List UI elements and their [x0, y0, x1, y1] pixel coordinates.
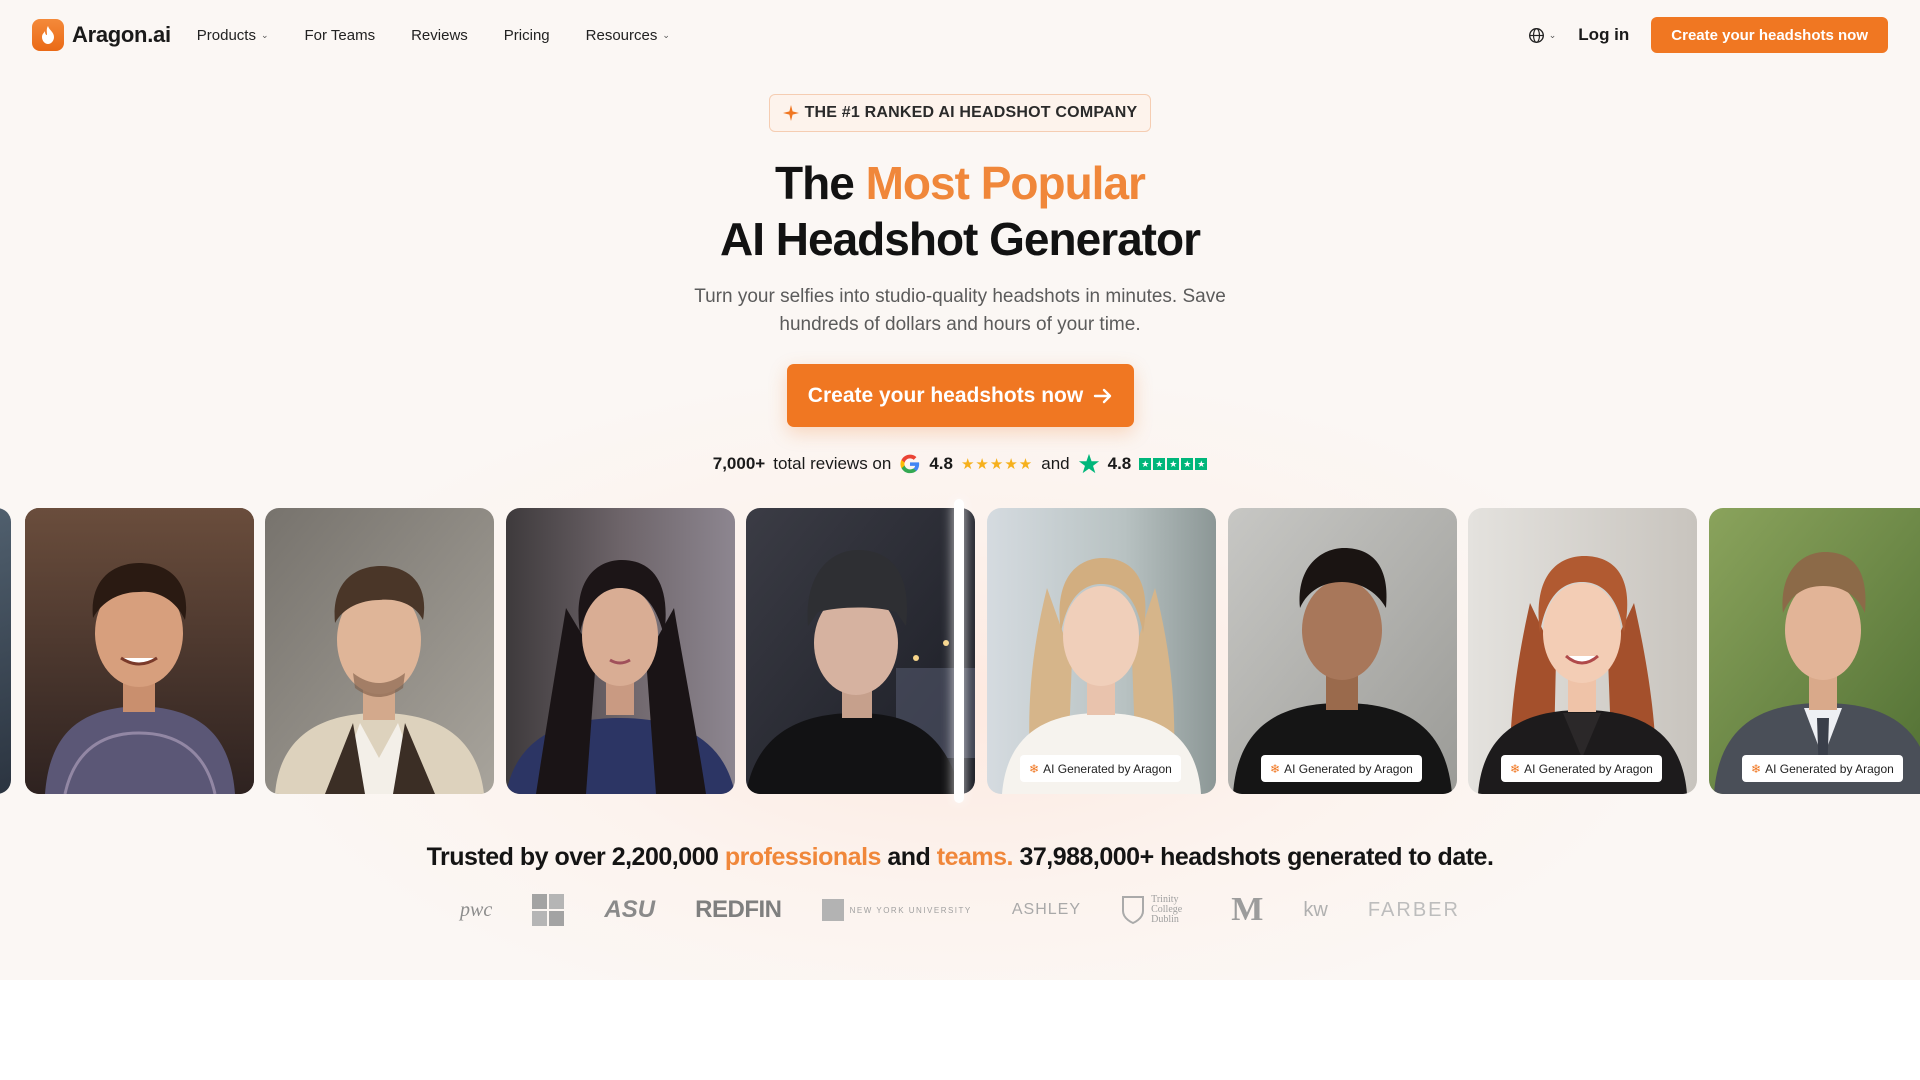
- pwc-logo: pwc: [460, 898, 493, 921]
- ai-headshot-card: ❄ AI Generated by Aragon: [987, 508, 1216, 794]
- selfie-photo-1: [25, 508, 254, 794]
- nav-pricing[interactable]: Pricing: [504, 27, 550, 44]
- hero-subtitle: Turn your selfies into studio-quality he…: [694, 286, 1226, 335]
- chevron-down-icon: ⌄: [662, 29, 670, 40]
- hero-cta-label: Create your headshots now: [807, 383, 1084, 407]
- trust-prefix: Trusted by over 2,200,000: [426, 843, 725, 871]
- hero-create-headshots-button[interactable]: Create your headshots now: [787, 364, 1134, 427]
- trust-suffix: 37,988,000+ headshots generated to date.: [1013, 843, 1494, 871]
- google-icon: [900, 454, 920, 474]
- trust-professionals: professionals: [724, 843, 882, 871]
- ai-tag-label: AI Generated by Aragon: [1284, 761, 1413, 776]
- nav-products[interactable]: Products ⌄: [197, 27, 269, 44]
- selfie-photo-2: [265, 508, 494, 794]
- trinity-college-dublin-logo: Trinity College Dublin: [1121, 895, 1191, 925]
- title-accent: Most Popular: [865, 157, 1146, 209]
- ai-headshot-photo-3: [1468, 508, 1697, 794]
- flame-icon: ❄: [1751, 761, 1762, 776]
- page-title: The Most Popular AI Headshot Generator: [0, 155, 1920, 267]
- logo-text: Aragon.ai: [72, 22, 171, 47]
- ai-headshot-card: ❄ AI Generated by Aragon: [1709, 508, 1920, 794]
- hero-background: [0, 0, 1920, 980]
- before-after-divider[interactable]: [954, 499, 964, 803]
- title-line2: AI Headshot Generator: [720, 213, 1201, 265]
- flame-icon: ❄: [1029, 761, 1040, 776]
- flame-icon: ❄: [1510, 761, 1521, 776]
- nyu-logo: NEW YORK UNIVERSITY: [821, 899, 972, 921]
- trust-statement: Trusted by over 2,200,000 professionals …: [0, 843, 1920, 872]
- nav-reviews[interactable]: Reviews: [411, 27, 468, 44]
- nav-create-headshots-button[interactable]: Create your headshots now: [1651, 17, 1888, 53]
- before-photo-card: [265, 508, 494, 794]
- before-photo-card: [25, 508, 254, 794]
- ai-headshot-photo-2: [1228, 508, 1457, 794]
- customer-logos: pwc ASU REDFIN NEW YORK UNIVERSITY ASHLE…: [460, 888, 1460, 932]
- title-part1: The: [775, 157, 866, 209]
- badge-text: THE #1 RANKED AI HEADSHOT COMPANY: [804, 104, 1138, 121]
- redfin-logo: REDFIN: [695, 896, 782, 923]
- ai-generated-tag: ❄ AI Generated by Aragon: [1261, 755, 1422, 782]
- google-rating: 4.8: [929, 454, 953, 473]
- ai-tag-label: AI Generated by Aragon: [1765, 761, 1894, 776]
- before-photo-card: [746, 508, 975, 794]
- logo[interactable]: Aragon.ai: [32, 19, 171, 51]
- review-count: 7,000+: [712, 454, 766, 473]
- flame-logo-icon: [32, 19, 64, 51]
- trustpilot-stars-icon: ★ ★ ★ ★ ★: [1139, 458, 1208, 470]
- login-link[interactable]: Log in: [1578, 25, 1629, 45]
- flame-icon: ❄: [1270, 761, 1281, 776]
- farber-logo: FARBER: [1367, 898, 1460, 921]
- ashley-logo: ASHLEY: [1011, 901, 1081, 918]
- trust-and: and: [880, 843, 937, 871]
- ai-generated-tag: ❄ AI Generated by Aragon: [1742, 755, 1903, 782]
- trinity-logo-text: Trinity College Dublin: [1151, 894, 1183, 925]
- nav-resources-label: Resources: [585, 26, 658, 44]
- ai-generated-tag: ❄ AI Generated by Aragon: [1501, 755, 1662, 782]
- before-photo-card: [506, 508, 735, 794]
- microsoft-logo-icon: [532, 894, 565, 926]
- google-stars-icon: ★★★★★: [960, 456, 1034, 473]
- nav-for-teams-label: For Teams: [304, 26, 376, 44]
- asu-logo-icon: ASU: [604, 896, 656, 923]
- torch-icon: [821, 899, 844, 921]
- trustpilot-rating: 4.8: [1107, 454, 1132, 473]
- nav-resources[interactable]: Resources ⌄: [586, 27, 670, 44]
- nav-reviews-label: Reviews: [411, 26, 468, 44]
- keller-williams-logo-icon: kw: [1303, 898, 1328, 921]
- nav-products-label: Products: [196, 26, 256, 44]
- before-photo-card: [0, 508, 11, 794]
- globe-icon: [1528, 27, 1544, 43]
- nav-pricing-label: Pricing: [503, 26, 550, 44]
- reviews-summary: 7,000+ total reviews on 4.8 ★★★★★ and 4.…: [0, 451, 1920, 477]
- ai-headshot-card: ❄ AI Generated by Aragon: [1228, 508, 1457, 794]
- nav-for-teams[interactable]: For Teams: [305, 27, 376, 44]
- trust-teams: teams.: [936, 843, 1014, 871]
- nyu-logo-text: NEW YORK UNIVERSITY: [849, 905, 972, 915]
- trustpilot-star-icon: [1078, 453, 1099, 474]
- ai-headshot-card: ❄ AI Generated by Aragon: [1468, 508, 1697, 794]
- review-text: total reviews on: [773, 454, 892, 473]
- reviews-and: and: [1041, 454, 1070, 473]
- ai-tag-label: AI Generated by Aragon: [1043, 761, 1172, 776]
- top-navigation: Aragon.ai Products ⌄ For Teams Reviews Pr…: [0, 0, 1920, 70]
- michigan-logo-icon: M: [1231, 891, 1264, 928]
- chevron-down-icon: ⌄: [260, 29, 269, 40]
- ai-headshot-photo-1: [987, 508, 1216, 794]
- arrow-right-icon: [1093, 388, 1112, 403]
- sparkle-icon: [782, 105, 799, 121]
- crest-icon: [1122, 896, 1145, 925]
- ai-generated-tag: ❄ AI Generated by Aragon: [1020, 755, 1181, 782]
- ai-headshot-photo-4: [1709, 508, 1920, 794]
- chevron-down-icon: ⌄: [1548, 29, 1557, 40]
- selfie-photo-3: [506, 508, 735, 794]
- ai-tag-label: AI Generated by Aragon: [1524, 761, 1653, 776]
- language-selector[interactable]: ⌄: [1528, 27, 1557, 44]
- ranking-badge: THE #1 RANKED AI HEADSHOT COMPANY: [769, 94, 1151, 132]
- selfie-photo-4: [746, 508, 975, 794]
